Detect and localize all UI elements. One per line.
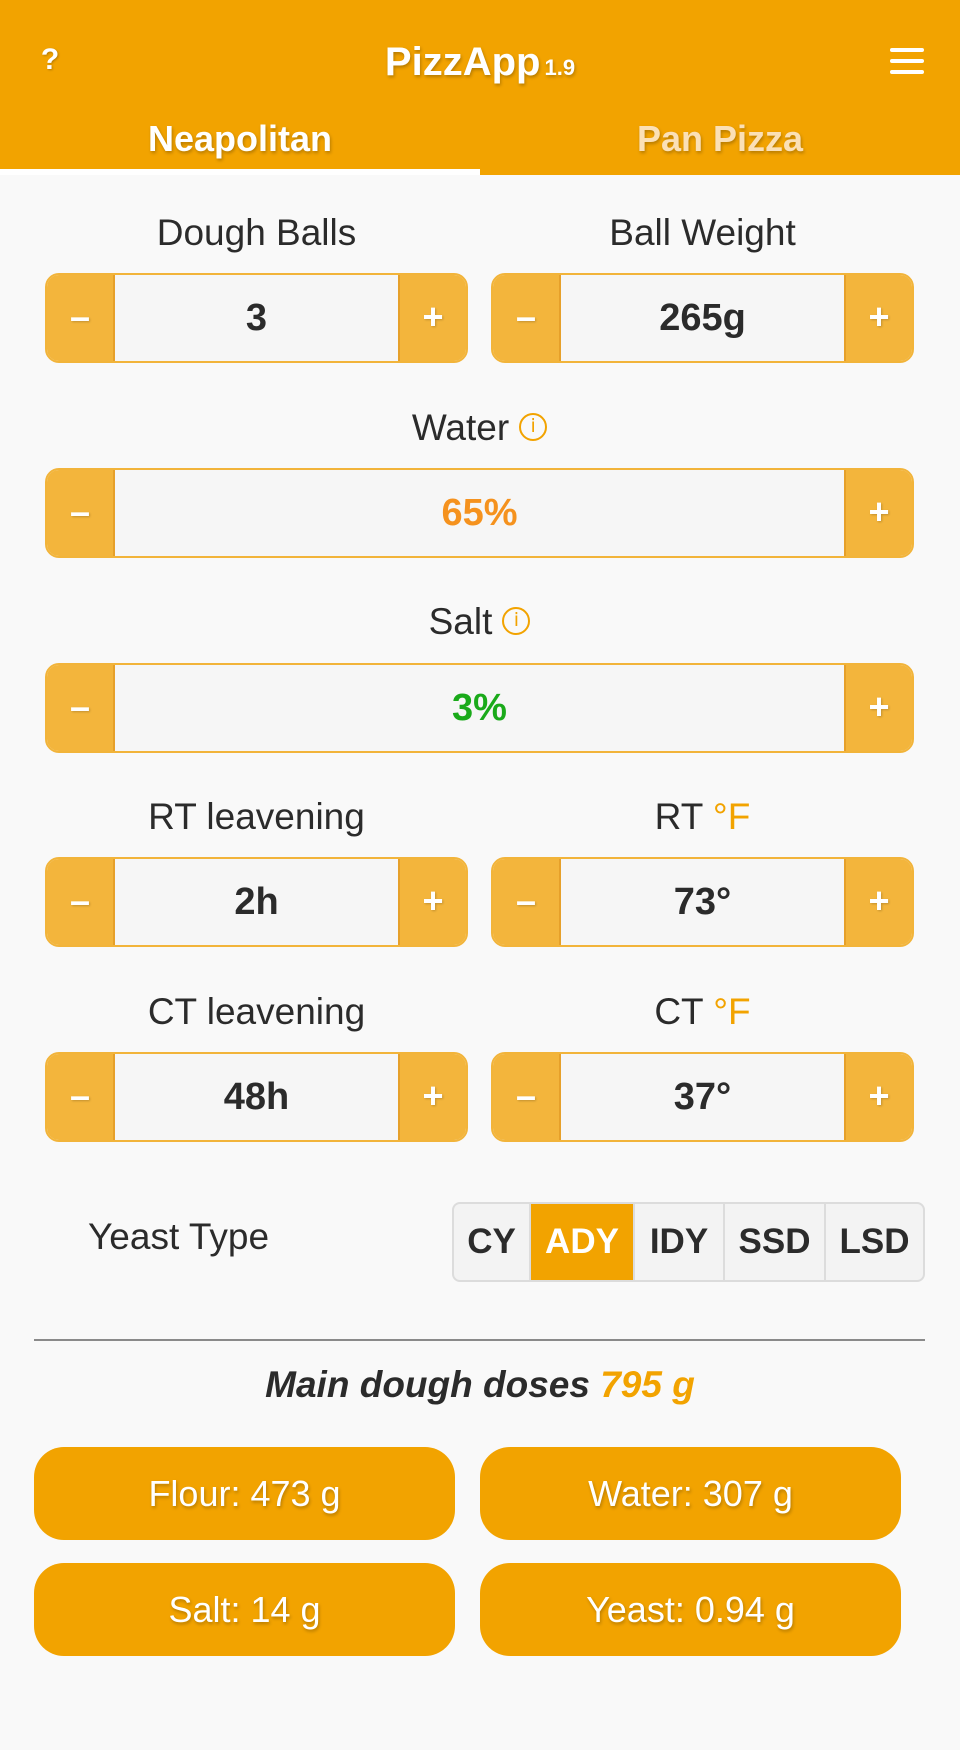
app-name: PizzApp	[384, 40, 541, 84]
ct-leavening-plus-button[interactable]: +	[398, 1054, 466, 1140]
ct-temp-value[interactable]: 37°	[561, 1054, 844, 1140]
ct-temp-minus-button[interactable]: –	[493, 1054, 561, 1140]
rt-temp-label-row: RT °F	[491, 796, 914, 838]
ball-weight-stepper: – 265g +	[491, 273, 914, 363]
yeast-option-cy[interactable]: CY	[454, 1204, 531, 1280]
doses-title-text: Main dough doses	[265, 1364, 590, 1405]
ct-leavening-value[interactable]: 48h	[115, 1054, 398, 1140]
ball-weight-value[interactable]: 265g	[561, 275, 844, 361]
ct-leavening-label: CT leavening	[147, 991, 366, 1032]
rt-temp-value[interactable]: 73°	[561, 859, 844, 945]
yeast-dose-pill: Yeast: 0.94 g	[480, 1563, 901, 1656]
app-header: ? PizzApp 1.9 Neapolitan Pan Pizza	[0, 0, 960, 175]
rt-leavening-minus-button[interactable]: –	[47, 859, 115, 945]
rt-leavening-plus-button[interactable]: +	[398, 859, 466, 945]
yeast-type-label: Yeast Type	[88, 1216, 270, 1257]
rt-temp-plus-button[interactable]: +	[844, 859, 912, 945]
water-label-row: Water i	[45, 407, 914, 449]
rt-temp-label: RT	[654, 796, 703, 837]
water-value[interactable]: 65%	[115, 470, 844, 556]
rt-leavening-label: RT leavening	[148, 796, 365, 837]
ct-temp-unit-toggle[interactable]: °F	[713, 991, 750, 1032]
yeast-option-idy[interactable]: IDY	[635, 1204, 725, 1280]
rt-temp-unit-toggle[interactable]: °F	[713, 796, 750, 837]
dough-balls-value[interactable]: 3	[115, 275, 398, 361]
rt-temp-minus-button[interactable]: –	[493, 859, 561, 945]
yeast-option-ssd[interactable]: SSD	[725, 1204, 826, 1280]
yeast-option-ady[interactable]: ADY	[531, 1204, 635, 1280]
yeast-option-lsd[interactable]: LSD	[826, 1204, 923, 1280]
salt-value[interactable]: 3%	[115, 665, 844, 751]
tab-neapolitan[interactable]: Neapolitan	[0, 118, 480, 160]
salt-dose-pill: Salt: 14 g	[34, 1563, 455, 1656]
ball-weight-plus-button[interactable]: +	[844, 275, 912, 361]
rt-leavening-stepper: – 2h +	[45, 857, 468, 947]
salt-info-icon[interactable]: i	[502, 607, 531, 636]
dough-balls-label: Dough Balls	[156, 212, 357, 253]
active-tab-indicator	[0, 169, 480, 175]
dough-balls-stepper: – 3 +	[45, 273, 468, 363]
ct-temp-label: CT	[654, 991, 703, 1032]
water-info-icon[interactable]: i	[519, 413, 548, 442]
salt-label-row: Salt i	[45, 601, 914, 643]
ct-temp-stepper: – 37° +	[491, 1052, 914, 1142]
hamburger-menu-icon[interactable]	[890, 48, 924, 74]
app-version: 1.9	[544, 55, 576, 80]
ct-temp-plus-button[interactable]: +	[844, 1054, 912, 1140]
doses-total: 795 g	[600, 1364, 695, 1405]
ball-weight-minus-button[interactable]: –	[493, 275, 561, 361]
water-plus-button[interactable]: +	[844, 470, 912, 556]
main-dough-doses-title: Main dough doses 795 g	[0, 1364, 960, 1406]
salt-plus-button[interactable]: +	[844, 665, 912, 751]
water-minus-button[interactable]: –	[47, 470, 115, 556]
dough-balls-plus-button[interactable]: +	[398, 275, 466, 361]
ct-leavening-minus-button[interactable]: –	[47, 1054, 115, 1140]
yeast-type-selector: CY ADY IDY SSD LSD	[452, 1202, 925, 1282]
tab-pan-pizza[interactable]: Pan Pizza	[480, 118, 960, 160]
ct-leavening-stepper: – 48h +	[45, 1052, 468, 1142]
section-divider	[34, 1339, 925, 1341]
ball-weight-label: Ball Weight	[609, 212, 796, 253]
water-stepper: – 65% +	[45, 468, 914, 558]
salt-minus-button[interactable]: –	[47, 665, 115, 751]
salt-label: Salt	[428, 601, 493, 642]
ct-temp-label-row: CT °F	[491, 991, 914, 1033]
salt-stepper: – 3% +	[45, 663, 914, 753]
water-label: Water	[411, 407, 510, 448]
water-dose-pill: Water: 307 g	[480, 1447, 901, 1540]
flour-dose-pill: Flour: 473 g	[34, 1447, 455, 1540]
rt-temp-stepper: – 73° +	[491, 857, 914, 947]
rt-leavening-value[interactable]: 2h	[115, 859, 398, 945]
app-title: PizzApp 1.9	[0, 40, 960, 85]
dough-balls-minus-button[interactable]: –	[47, 275, 115, 361]
